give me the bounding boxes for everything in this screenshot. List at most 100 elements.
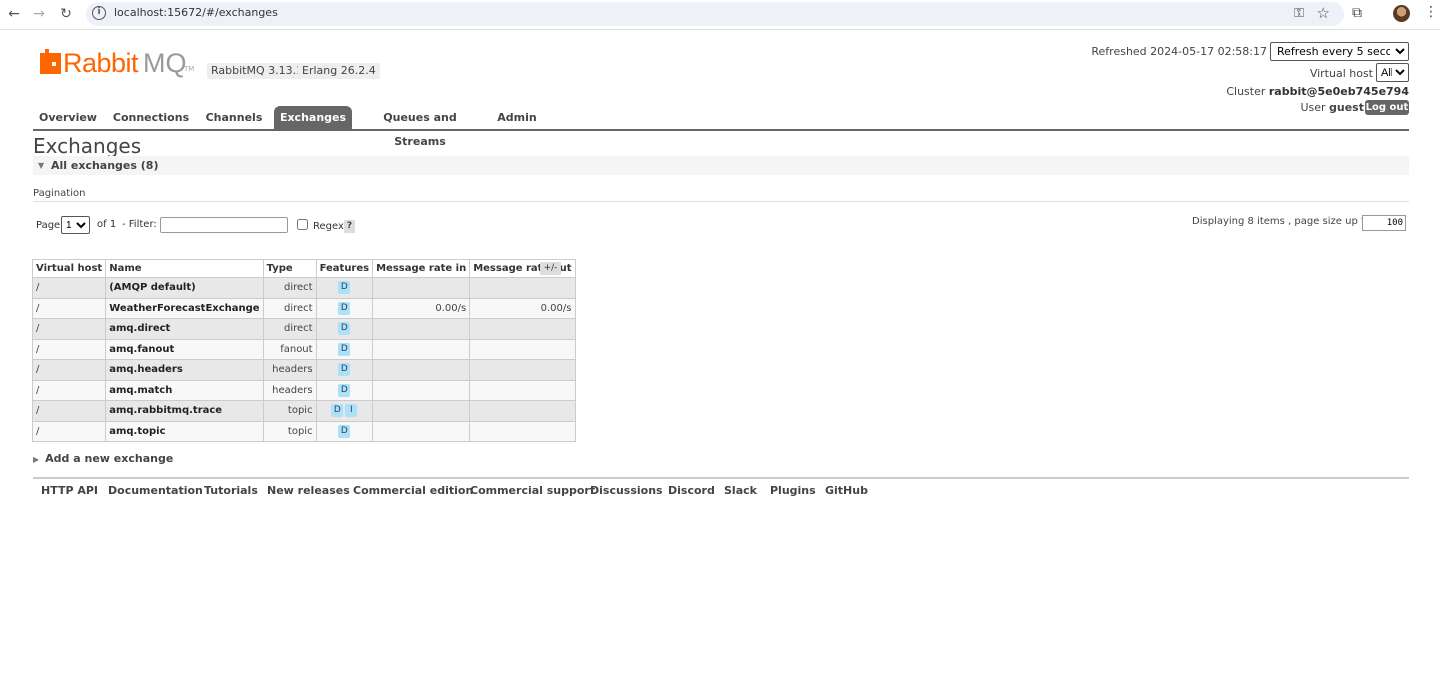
cell-vhost: / (31, 420, 107, 442)
exchange-name-link[interactable]: amq.fanout (105, 338, 264, 360)
cell-features: D (315, 359, 374, 381)
exchange-name-link[interactable]: (AMQP default) (105, 277, 264, 299)
rabbitmq-logo-mark-icon (40, 49, 61, 74)
table-row: / amq.headers headers D (31, 359, 576, 381)
page-title: Exchanges (33, 134, 142, 158)
cell-type: headers (262, 379, 317, 401)
durable-badge: D (338, 363, 351, 377)
exchange-name-link[interactable]: amq.rabbitmq.trace (105, 400, 264, 422)
table-row: / WeatherForecastExchange direct D 0.00/… (31, 297, 576, 319)
cell-type: fanout (262, 338, 317, 360)
browser-menu-icon[interactable]: ⋮ (1424, 4, 1438, 20)
footer-link-documentation[interactable]: Documentation (108, 484, 203, 497)
table-row: / amq.direct direct D (31, 318, 576, 340)
cell-vhost: / (31, 318, 107, 340)
url-text[interactable]: localhost:15672/#/exchanges (114, 6, 278, 19)
add-new-exchange-toggle[interactable]: ▶ Add a new exchange (33, 452, 173, 465)
displaying-count: Displaying 8 items , page size up to: (1192, 216, 1375, 227)
footer-link-commercial-edition[interactable]: Commercial edition (353, 484, 473, 497)
footer-link-discussions[interactable]: Discussions (590, 484, 663, 497)
column-options-button[interactable]: +/- (540, 262, 561, 275)
exchange-name-link[interactable]: amq.match (105, 379, 264, 401)
page-select[interactable]: 1 (61, 216, 90, 234)
cell-features: D (315, 338, 374, 360)
cell-rate-out: 0.00/s (469, 297, 576, 319)
internal-badge: I (345, 404, 358, 418)
cell-type: topic (262, 400, 317, 422)
rabbitmq-version-tag: RabbitMQ 3.13.1 (207, 63, 308, 79)
all-exchanges-section-toggle[interactable]: ▼ All exchanges (8) (33, 156, 1409, 175)
cell-features: D (315, 318, 374, 340)
collapse-triangle-icon: ▼ (38, 161, 45, 170)
cell-rate-in (372, 379, 471, 401)
virtual-host-select[interactable]: All (1376, 63, 1409, 82)
cell-rate-in (372, 420, 471, 442)
back-arrow-icon[interactable]: ← (4, 4, 24, 24)
col-message-rate-in[interactable]: Message rate in (372, 259, 471, 278)
cell-features: D (315, 297, 374, 319)
table-header-row: Virtual host Name Type Features Message … (31, 259, 576, 278)
tab-exchanges[interactable]: Exchanges (274, 106, 352, 129)
logo-trademark: TM (184, 65, 195, 73)
col-features: Features (315, 259, 374, 278)
footer-link-tutorials[interactable]: Tutorials (204, 484, 258, 497)
section-title: All exchanges (8) (51, 159, 159, 172)
footer-link-discord[interactable]: Discord (668, 484, 715, 497)
regex-label: Regex (313, 221, 344, 232)
forward-arrow-icon[interactable]: → (29, 4, 49, 24)
pagination-heading: Pagination (33, 188, 86, 199)
exchanges-table: Virtual host Name Type Features Message … (31, 259, 576, 442)
tab-queues-and-streams[interactable]: Queues and Streams (361, 106, 479, 148)
footer-link-new-releases[interactable]: New releases (267, 484, 350, 497)
cell-rate-out (469, 420, 576, 442)
exchange-name-link[interactable]: amq.topic (105, 420, 264, 442)
durable-badge: D (338, 322, 351, 336)
refresh-interval-select[interactable]: Refresh every 5 seconds (1270, 42, 1409, 61)
footer-link-plugins[interactable]: Plugins (770, 484, 816, 497)
tab-connections[interactable]: Connections (111, 106, 191, 129)
site-info-icon[interactable]: i (92, 6, 106, 20)
exchange-name-link[interactable]: amq.direct (105, 318, 264, 340)
exchange-name-link[interactable]: WeatherForecastExchange (105, 297, 264, 319)
regex-checkbox[interactable] (297, 219, 308, 230)
page-label: Page (36, 220, 61, 231)
logo-text-rabbit: Rabbit (63, 48, 139, 78)
cell-vhost: / (31, 297, 107, 319)
durable-badge: D (338, 383, 351, 397)
browser-toolbar: ← → ↻ i localhost:15672/#/exchanges ⚿ ☆ … (0, 0, 1440, 30)
address-bar[interactable]: i localhost:15672/#/exchanges ⚿ ☆ (86, 2, 1344, 26)
col-name[interactable]: Name (105, 259, 264, 278)
page-size-input[interactable] (1362, 215, 1406, 231)
col-type[interactable]: Type (262, 259, 317, 278)
regex-help-button[interactable]: ? (344, 220, 355, 233)
cell-vhost: / (31, 277, 107, 299)
cell-type: direct (262, 318, 317, 340)
exchange-name-link[interactable]: amq.headers (105, 359, 264, 381)
cell-rate-in (372, 318, 471, 340)
bookmark-star-icon[interactable]: ☆ (1317, 4, 1330, 22)
col-virtual-host[interactable]: Virtual host (31, 259, 107, 278)
footer-link-slack[interactable]: Slack (724, 484, 757, 497)
cell-rate-out (469, 277, 576, 299)
extensions-puzzle-icon[interactable]: ⧉ (1352, 5, 1362, 21)
footer-link-commercial-support[interactable]: Commercial support (470, 484, 595, 497)
reload-icon[interactable]: ↻ (56, 4, 76, 24)
divider (33, 201, 1409, 202)
cell-rate-in: 0.00/s (372, 297, 471, 319)
table-row: / amq.topic topic D (31, 420, 576, 442)
password-key-icon[interactable]: ⚿ (1294, 6, 1304, 21)
footer-link-github[interactable]: GitHub (825, 484, 868, 497)
cell-vhost: / (31, 400, 107, 422)
main-nav-tabs: Overview Connections Channels Exchanges … (33, 106, 1409, 148)
erlang-version-tag: Erlang 26.2.4 (298, 63, 380, 79)
footer-link-http-api[interactable]: HTTP API (41, 484, 98, 497)
cell-rate-in (372, 338, 471, 360)
tab-overview[interactable]: Overview (33, 106, 103, 129)
cell-rate-in (372, 400, 471, 422)
durable-badge: D (338, 424, 351, 438)
cell-vhost: / (31, 379, 107, 401)
tab-admin[interactable]: Admin (492, 106, 542, 129)
tab-channels[interactable]: Channels (201, 106, 267, 129)
filter-input[interactable] (160, 217, 288, 233)
profile-avatar[interactable] (1393, 5, 1410, 22)
